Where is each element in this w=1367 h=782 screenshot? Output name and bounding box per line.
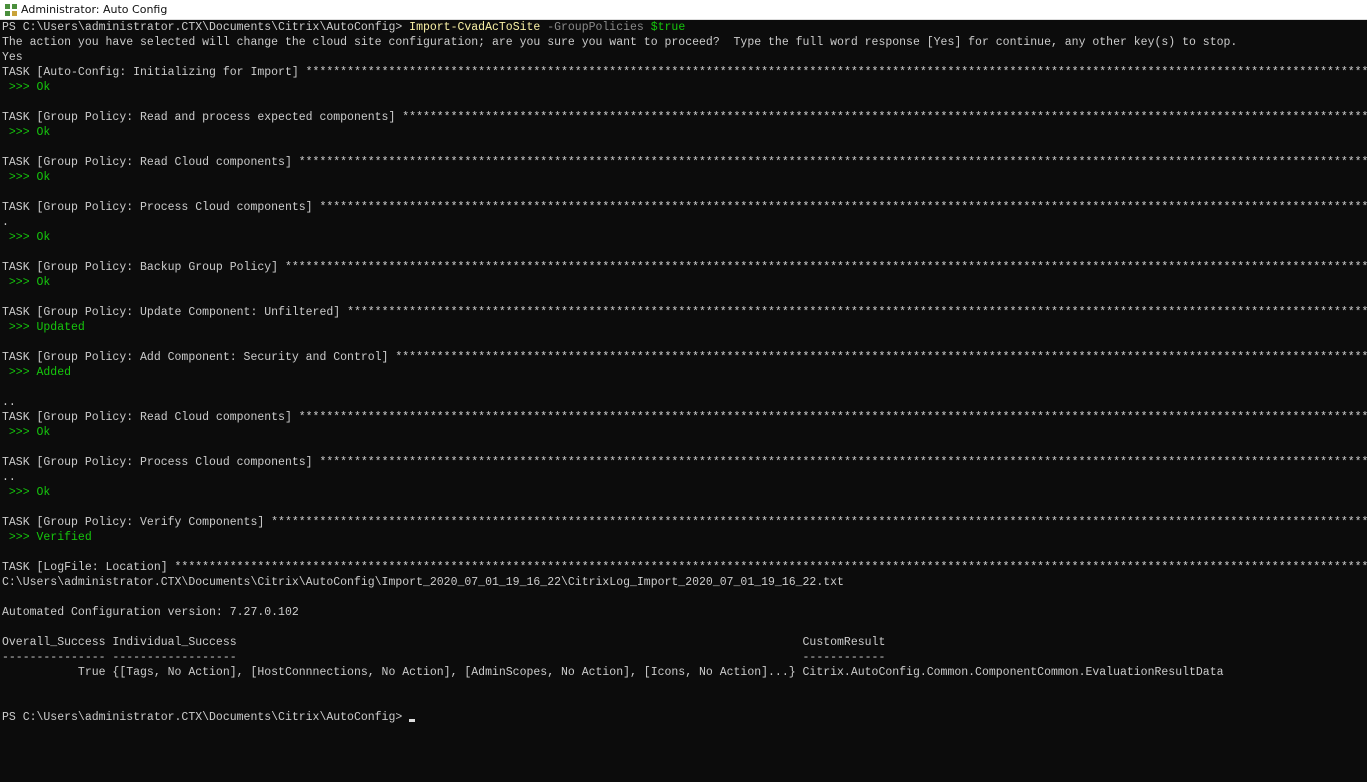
console-line: >>> Ok (2, 275, 1367, 290)
text-cursor (409, 719, 416, 722)
console-text: . (2, 216, 9, 229)
console-text: TASK [Group Policy: Read Cloud component… (2, 411, 299, 424)
console-text: Overall_Success Individual_Success Custo… (2, 636, 886, 649)
console-text: Yes (2, 51, 23, 64)
console-text: PS C:\Users\administrator.CTX\Documents\… (2, 711, 410, 724)
console-text: The action you have selected will change… (2, 36, 1238, 49)
asterisk-separator: ****************************************… (284, 261, 1367, 274)
console-text: >>> Verified (2, 531, 92, 544)
console-line: TASK [Group Policy: Read Cloud component… (2, 410, 1367, 425)
console-text: TASK [Group Policy: Verify Components] (2, 516, 272, 529)
console-line: >>> Ok (2, 170, 1367, 185)
console-line: Overall_Success Individual_Success Custo… (2, 635, 1367, 650)
asterisk-separator: ****************************************… (298, 156, 1367, 169)
console-text: TASK [Auto-Config: Initializing for Impo… (2, 66, 306, 79)
console-line: PS C:\Users\administrator.CTX\Documents\… (2, 710, 1367, 725)
console-text: TASK [Group Policy: Backup Group Policy] (2, 261, 285, 274)
console-text: -GroupPolicies (540, 21, 651, 34)
console-line: The action you have selected will change… (2, 35, 1367, 50)
console-text: TASK [LogFile: Location] (2, 561, 175, 574)
console-text: >>> Ok (2, 171, 51, 184)
console-line: >>> Updated (2, 320, 1367, 335)
asterisk-separator: ****************************************… (319, 456, 1367, 469)
console-text: $true (650, 21, 686, 34)
console-line: Yes (2, 50, 1367, 65)
console-line: . (2, 215, 1367, 230)
console-line: True {[Tags, No Action], [HostConnnectio… (2, 665, 1367, 680)
console-line: .. (2, 395, 1367, 410)
title-bar: Administrator: Auto Config (0, 0, 1367, 20)
console-text: TASK [Group Policy: Add Component: Secur… (2, 351, 396, 364)
console-line: TASK [Group Policy: Process Cloud compon… (2, 455, 1367, 470)
console-text: >>> Added (2, 366, 72, 379)
console-line: >>> Ok (2, 425, 1367, 440)
console-text: >>> Ok (2, 126, 51, 139)
asterisk-separator: ****************************************… (298, 411, 1367, 424)
asterisk-separator: ****************************************… (395, 351, 1367, 364)
console-line: >>> Ok (2, 485, 1367, 500)
console-text: TASK [Group Policy: Read and process exp… (2, 111, 403, 124)
console-text: .. (2, 396, 16, 409)
console-line: .. (2, 470, 1367, 485)
console-text: >>> Updated (2, 321, 85, 334)
console-text: TASK [Group Policy: Process Cloud compon… (2, 456, 320, 469)
terminal-output[interactable]: PS C:\Users\administrator.CTX\Documents\… (2, 20, 1367, 782)
console-icon (5, 3, 17, 16)
asterisk-separator: ****************************************… (305, 66, 1367, 79)
console-text: >>> Ok (2, 276, 51, 289)
console-text: TASK [Group Policy: Process Cloud compon… (2, 201, 320, 214)
console-text: .. (2, 471, 16, 484)
console-line: >>> Added (2, 365, 1367, 380)
console-line: TASK [Group Policy: Verify Components] *… (2, 515, 1367, 530)
console-line: >>> Ok (2, 230, 1367, 245)
asterisk-separator: ****************************************… (271, 516, 1367, 529)
console-line: --------------- ------------------ -----… (2, 650, 1367, 665)
console-text: >>> Ok (2, 426, 51, 439)
console-text: TASK [Group Policy: Update Component: Un… (2, 306, 348, 319)
console-text: >>> Ok (2, 486, 51, 499)
console-line: TASK [Group Policy: Process Cloud compon… (2, 200, 1367, 215)
console-text: Automated Configuration version: 7.27.0.… (2, 606, 299, 619)
console-line: TASK [Group Policy: Read Cloud component… (2, 155, 1367, 170)
asterisk-separator: ****************************************… (402, 111, 1367, 124)
window-title: Administrator: Auto Config (21, 3, 168, 16)
console-text: >>> Ok (2, 81, 51, 94)
console-line: TASK [LogFile: Location] ***************… (2, 560, 1367, 575)
console-text: C:\Users\administrator.CTX\Documents\Cit… (2, 576, 844, 589)
console-text: >>> Ok (2, 231, 51, 244)
console-text: TASK [Group Policy: Read Cloud component… (2, 156, 299, 169)
console-text: Import-CvadAcToSite (409, 21, 541, 34)
console-line: >>> Ok (2, 80, 1367, 95)
console-line: C:\Users\administrator.CTX\Documents\Cit… (2, 575, 1367, 590)
console-line: PS C:\Users\administrator.CTX\Documents\… (2, 20, 1367, 35)
asterisk-separator: ****************************************… (319, 201, 1367, 214)
console-line: TASK [Group Policy: Read and process exp… (2, 110, 1367, 125)
console-line: Automated Configuration version: 7.27.0.… (2, 605, 1367, 620)
console-line: TASK [Auto-Config: Initializing for Impo… (2, 65, 1367, 80)
console-line: TASK [Group Policy: Backup Group Policy]… (2, 260, 1367, 275)
console-line: >>> Verified (2, 530, 1367, 545)
console-line: >>> Ok (2, 125, 1367, 140)
asterisk-separator: ****************************************… (347, 306, 1367, 319)
console-text: True {[Tags, No Action], [HostConnnectio… (2, 666, 1224, 679)
asterisk-separator: ****************************************… (174, 561, 1367, 574)
console-text: PS C:\Users\administrator.CTX\Documents\… (2, 21, 410, 34)
console-text: --------------- ------------------ -----… (2, 651, 886, 664)
console-line: TASK [Group Policy: Add Component: Secur… (2, 350, 1367, 365)
console-line: TASK [Group Policy: Update Component: Un… (2, 305, 1367, 320)
